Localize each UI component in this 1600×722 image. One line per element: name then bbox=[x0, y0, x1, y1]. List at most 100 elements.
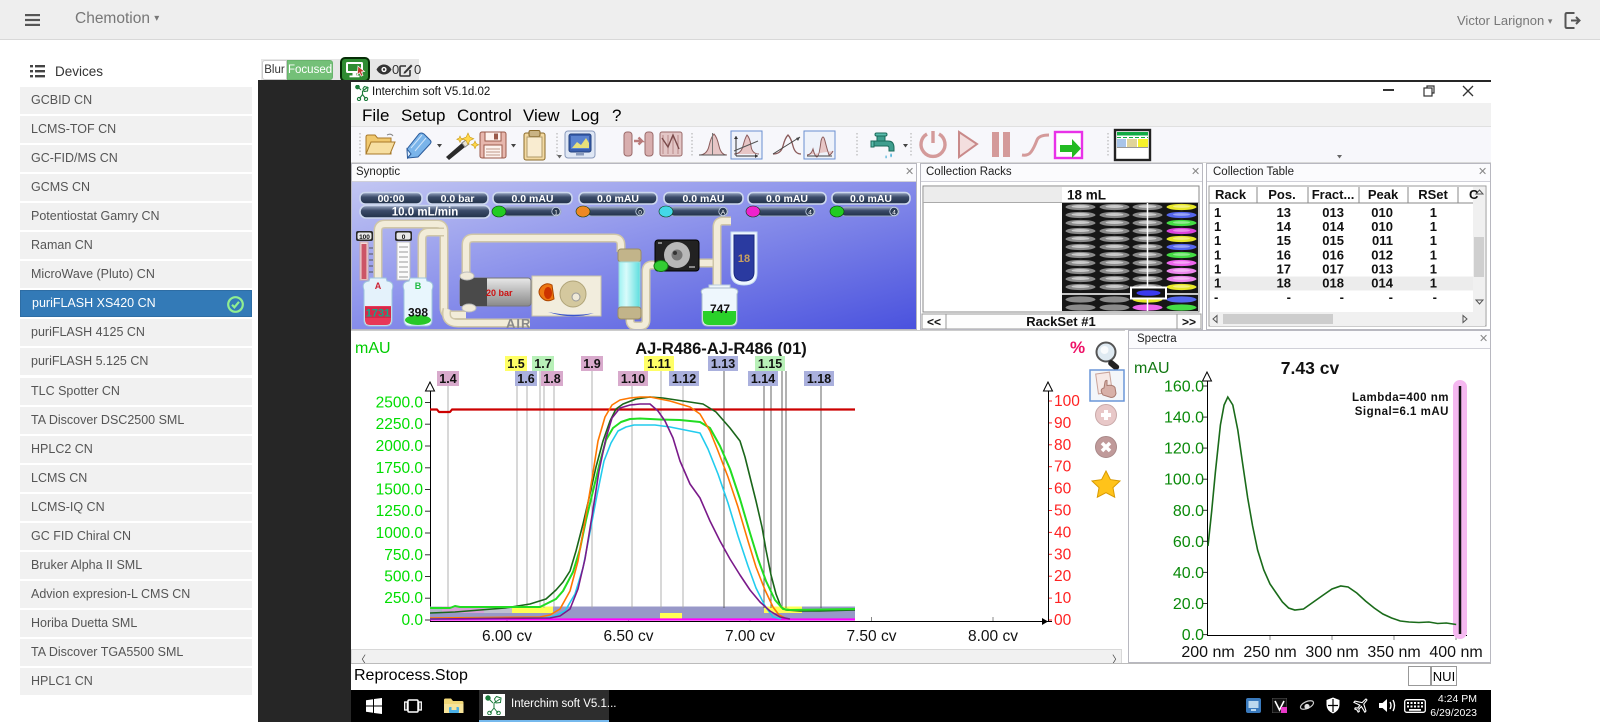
svg-text:017: 017 bbox=[1322, 261, 1344, 276]
svg-text:1: 1 bbox=[1430, 205, 1437, 220]
svg-text:2500.0: 2500.0 bbox=[376, 395, 424, 412]
svg-text:014: 014 bbox=[1322, 219, 1344, 234]
svg-text:1.4: 1.4 bbox=[439, 372, 456, 386]
svg-text:0.0 mAU: 0.0 mAU bbox=[511, 193, 553, 205]
svg-text:1.15: 1.15 bbox=[758, 357, 782, 371]
svg-text:0.0 mAU: 0.0 mAU bbox=[766, 193, 808, 205]
svg-text:750.0: 750.0 bbox=[384, 547, 423, 564]
svg-text:40: 40 bbox=[1054, 524, 1072, 541]
svg-text:100: 100 bbox=[1054, 393, 1080, 410]
svg-text:Pos.: Pos. bbox=[1268, 187, 1295, 202]
svg-text:00: 00 bbox=[1054, 612, 1072, 629]
svg-text:500.0: 500.0 bbox=[384, 569, 423, 586]
svg-text:30: 30 bbox=[1054, 546, 1072, 563]
svg-text:010: 010 bbox=[1371, 219, 1393, 234]
svg-text:Signal=6.1 mAU: Signal=6.1 mAU bbox=[1355, 406, 1449, 418]
svg-text:350 nm: 350 nm bbox=[1367, 644, 1420, 661]
svg-text:018: 018 bbox=[1322, 276, 1344, 291]
svg-text:0.0: 0.0 bbox=[1182, 627, 1204, 644]
svg-text:20: 20 bbox=[1054, 568, 1072, 585]
svg-text:4: 4 bbox=[808, 209, 812, 216]
svg-text:18 mL: 18 mL bbox=[1067, 188, 1106, 203]
svg-text:010: 010 bbox=[1371, 205, 1393, 220]
svg-text:012: 012 bbox=[1371, 247, 1393, 262]
svg-text:14: 14 bbox=[1277, 219, 1292, 234]
svg-text:4: 4 bbox=[892, 209, 896, 216]
svg-text:747: 747 bbox=[710, 302, 730, 316]
svg-text:80.0: 80.0 bbox=[1173, 503, 1204, 520]
svg-text:7.43 cv: 7.43 cv bbox=[1281, 358, 1340, 378]
svg-text:140.0: 140.0 bbox=[1164, 410, 1204, 427]
svg-text:1.11: 1.11 bbox=[647, 357, 671, 371]
svg-text:1.12: 1.12 bbox=[672, 372, 696, 386]
svg-text:2000.0: 2000.0 bbox=[376, 438, 424, 455]
svg-text:6.50 cv: 6.50 cv bbox=[604, 628, 654, 645]
svg-text:Rack: Rack bbox=[1215, 187, 1247, 202]
svg-text:011: 011 bbox=[1372, 233, 1393, 248]
svg-text:1: 1 bbox=[1430, 233, 1437, 248]
svg-text:250.0: 250.0 bbox=[384, 590, 423, 607]
svg-text:A: A bbox=[375, 281, 382, 291]
svg-text:1.14: 1.14 bbox=[751, 372, 775, 386]
svg-text:7.00 cv: 7.00 cv bbox=[725, 628, 775, 645]
svg-text:1750.0: 1750.0 bbox=[376, 460, 424, 477]
svg-text:015: 015 bbox=[1322, 233, 1344, 248]
svg-text:60: 60 bbox=[1054, 481, 1072, 498]
svg-text:16: 16 bbox=[1277, 247, 1291, 262]
svg-text:1: 1 bbox=[1214, 261, 1221, 276]
svg-text:18: 18 bbox=[1277, 276, 1291, 291]
svg-text:160.0: 160.0 bbox=[1164, 379, 1204, 396]
svg-text:<<: << bbox=[927, 315, 941, 329]
svg-text:RSet: RSet bbox=[1418, 187, 1448, 202]
svg-text:200 nm: 200 nm bbox=[1181, 644, 1234, 661]
svg-text:1: 1 bbox=[1214, 276, 1221, 291]
svg-text:10: 10 bbox=[1054, 590, 1072, 607]
svg-text:1.7: 1.7 bbox=[534, 357, 551, 371]
svg-text:400 nm: 400 nm bbox=[1429, 644, 1482, 661]
svg-text:016: 016 bbox=[1322, 247, 1344, 262]
svg-text:1: 1 bbox=[1430, 219, 1437, 234]
svg-text:1500.0: 1500.0 bbox=[376, 482, 424, 499]
svg-text:-: - bbox=[1433, 290, 1437, 305]
svg-text:1: 1 bbox=[1430, 247, 1437, 262]
svg-text:1.5: 1.5 bbox=[507, 357, 524, 371]
svg-text:100: 100 bbox=[359, 234, 370, 241]
svg-text:0: 0 bbox=[402, 234, 406, 241]
svg-text:6.00 cv: 6.00 cv bbox=[482, 628, 532, 645]
svg-text:RackSet #1: RackSet #1 bbox=[1026, 314, 1095, 329]
svg-text:1.13: 1.13 bbox=[711, 357, 735, 371]
svg-text:Peak: Peak bbox=[1368, 187, 1399, 202]
svg-text:B: B bbox=[415, 281, 422, 291]
svg-text:250 nm: 250 nm bbox=[1243, 644, 1296, 661]
svg-text:1.6: 1.6 bbox=[517, 372, 534, 386]
svg-text:60.0: 60.0 bbox=[1173, 534, 1204, 551]
svg-text:1.10: 1.10 bbox=[621, 372, 645, 386]
svg-text:1: 1 bbox=[1430, 276, 1437, 291]
svg-text:1: 1 bbox=[1214, 205, 1221, 220]
svg-text:014: 014 bbox=[1371, 276, 1393, 291]
svg-text:-: - bbox=[1340, 290, 1344, 305]
svg-text:mAU: mAU bbox=[1134, 360, 1170, 377]
svg-text:17: 17 bbox=[1277, 261, 1291, 276]
svg-text:10.0 mL/min: 10.0 mL/min bbox=[392, 207, 458, 219]
svg-text:1: 1 bbox=[1214, 219, 1221, 234]
svg-text:0.0 mAU: 0.0 mAU bbox=[597, 193, 639, 205]
svg-text:-: - bbox=[1389, 290, 1393, 305]
svg-text:1: 1 bbox=[1214, 233, 1221, 248]
svg-text:18: 18 bbox=[738, 253, 750, 265]
svg-text:013: 013 bbox=[1371, 261, 1393, 276]
svg-text:1: 1 bbox=[554, 209, 558, 216]
svg-text:-: - bbox=[1214, 290, 1218, 305]
svg-text:0.0 mAU: 0.0 mAU bbox=[682, 193, 724, 205]
svg-text:40.0: 40.0 bbox=[1173, 565, 1204, 582]
svg-text:>>: >> bbox=[1182, 315, 1196, 329]
svg-text:0.0 mAU: 0.0 mAU bbox=[850, 193, 892, 205]
svg-text:0.0 bar: 0.0 bar bbox=[441, 193, 475, 205]
svg-text:2250.0: 2250.0 bbox=[376, 416, 424, 433]
svg-text:80: 80 bbox=[1054, 437, 1072, 454]
svg-text:50: 50 bbox=[1054, 503, 1072, 520]
svg-text:13: 13 bbox=[1277, 205, 1291, 220]
svg-text:15: 15 bbox=[1277, 233, 1291, 248]
svg-text:1.8: 1.8 bbox=[543, 372, 560, 386]
svg-text:300 nm: 300 nm bbox=[1305, 644, 1358, 661]
